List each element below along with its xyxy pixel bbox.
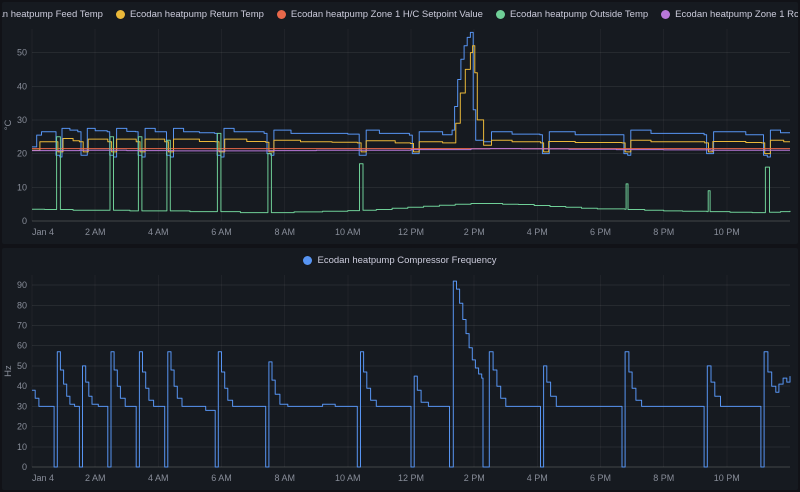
series-name: Ecodan heatpump Compressor Frequency (317, 255, 497, 266)
legend-item[interactable]: Ecodan heatpump Feed Temp (2, 9, 103, 20)
x-tick-label: 6 PM (590, 473, 611, 483)
temperature-legend: Ecodan heatpump Feed Temp Ecodan heatpump… (2, 2, 798, 23)
x-tick-label: 2 PM (464, 227, 485, 237)
y-tick-label: 10 (17, 182, 27, 192)
temperature-panel: Ecodan heatpump Feed Temp Ecodan heatpump… (2, 2, 798, 244)
y-tick-label: 50 (17, 48, 27, 58)
y-axis-unit: Hz (3, 365, 14, 377)
series-name: Ecodan heatpump Zone 1 Room Temp (675, 9, 798, 20)
series-name: Ecodan heatpump Zone 1 H/C Setpoint Valu… (290, 9, 483, 20)
series-color-dot (115, 10, 125, 19)
x-tick-label: 4 PM (527, 473, 548, 483)
y-tick-label: 40 (17, 381, 27, 391)
x-tick-label: 2 AM (85, 473, 106, 483)
y-tick-label: 40 (17, 81, 27, 91)
y-tick-label: 10 (17, 442, 27, 452)
x-tick-label: 4 AM (148, 227, 169, 237)
y-tick-label: 30 (17, 115, 27, 125)
y-tick-label: 90 (17, 280, 27, 290)
series-name: Ecodan heatpump Feed Temp (2, 9, 103, 20)
series-name: Ecodan heatpump Return Temp (129, 9, 264, 20)
y-tick-label: 50 (17, 361, 27, 371)
y-tick-label: 30 (17, 401, 27, 411)
y-tick-label: 70 (17, 321, 27, 331)
series-name: Ecodan heatpump Outside Temp (509, 9, 649, 20)
legend-item[interactable]: Ecodan heatpump Return Temp (115, 9, 264, 20)
x-tick-label: 4 AM (148, 473, 169, 483)
x-tick-label: 8 AM (274, 227, 295, 237)
y-tick-label: 0 (22, 216, 27, 226)
compressor-legend: Ecodan heatpump Compressor Frequency (2, 248, 798, 269)
y-tick-label: 80 (17, 300, 27, 310)
compressor-frequency-panel: Ecodan heatpump Compressor Frequency 0 10… (2, 248, 798, 490)
series-color-dot (276, 10, 286, 19)
y-tick-label: 20 (17, 422, 27, 432)
series-color-dot (303, 256, 313, 265)
x-tick-label: 10 AM (335, 473, 361, 483)
x-tick-label: 2 PM (464, 473, 485, 483)
x-tick-label: 10 AM (335, 227, 361, 237)
series-color-dot (661, 10, 671, 19)
x-tick-label: 2 AM (85, 227, 106, 237)
x-tick-label: 6 AM (211, 227, 232, 237)
compressor-frequency-chart[interactable]: 0 10 20 30 40 50 60 70 80 90 Jan 4 2 AM 4 AM 6 AM 8 AM… (2, 269, 798, 489)
x-tick-label: 8 AM (274, 473, 295, 483)
x-tick-label: 12 PM (398, 227, 424, 237)
y-tick-label: 0 (22, 462, 27, 472)
x-tick-label: Jan 4 (32, 227, 54, 237)
x-tick-label: 12 PM (398, 473, 424, 483)
x-tick-label: 6 PM (590, 227, 611, 237)
y-axis-unit: °C (3, 120, 14, 131)
x-tick-label: 10 PM (714, 473, 740, 483)
x-tick-label: 6 AM (211, 473, 232, 483)
y-tick-label: 60 (17, 341, 27, 351)
grafana-dashboard: Ecodan heatpump Feed Temp Ecodan heatpump… (0, 0, 800, 492)
legend-item[interactable]: Ecodan heatpump Zone 1 H/C Setpoint Valu… (276, 9, 483, 20)
x-tick-label: 10 PM (714, 227, 740, 237)
legend-item[interactable]: Ecodan heatpump Zone 1 Room Temp (661, 9, 798, 20)
legend-item[interactable]: Ecodan heatpump Compressor Frequency (303, 255, 497, 266)
temperature-chart[interactable]: 0 10 20 30 40 50 Jan 4 2 AM 4 AM 6 AM 8 AM 10 AM 12 … (2, 23, 798, 243)
y-tick-label: 20 (17, 149, 27, 159)
series-color-dot (495, 10, 505, 19)
x-tick-label: 8 PM (653, 473, 674, 483)
x-tick-label: 8 PM (653, 227, 674, 237)
x-tick-label: 4 PM (527, 227, 548, 237)
x-tick-label: Jan 4 (32, 473, 54, 483)
legend-item[interactable]: Ecodan heatpump Outside Temp (495, 9, 649, 20)
